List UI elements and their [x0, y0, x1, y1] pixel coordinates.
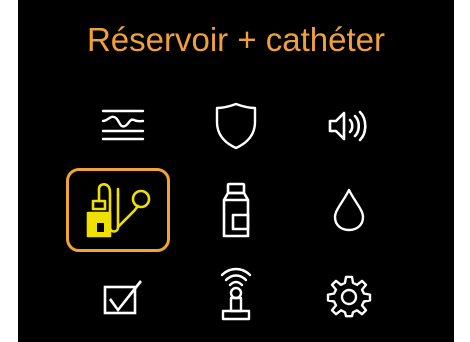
menu-item-sound[interactable]	[297, 84, 401, 168]
screen-title: Réservoir + cathéter	[86, 21, 386, 58]
gear-icon	[326, 275, 372, 318]
cartridge-icon	[222, 182, 250, 238]
menu-item-connection[interactable]	[184, 252, 288, 336]
menu-item-reservoir-catheter[interactable]	[66, 168, 170, 252]
shield-icon	[215, 102, 257, 150]
reservoir-catheter-icon	[86, 183, 151, 238]
menu-item-check[interactable]	[71, 255, 175, 339]
menu-item-drop[interactable]	[297, 168, 401, 252]
menu-item-settings[interactable]	[297, 255, 401, 339]
device-screen: Réservoir + cathéter	[18, 0, 454, 342]
wireless-device-icon	[220, 267, 252, 321]
menu-item-security[interactable]	[184, 84, 288, 168]
checkbox-icon	[103, 280, 142, 315]
menu-item-cartridge[interactable]	[184, 168, 288, 252]
menu-item-trends[interactable]	[71, 84, 175, 168]
speaker-volume-icon	[328, 110, 367, 142]
trend-graph-icon	[101, 109, 145, 141]
drop-icon	[333, 188, 365, 232]
